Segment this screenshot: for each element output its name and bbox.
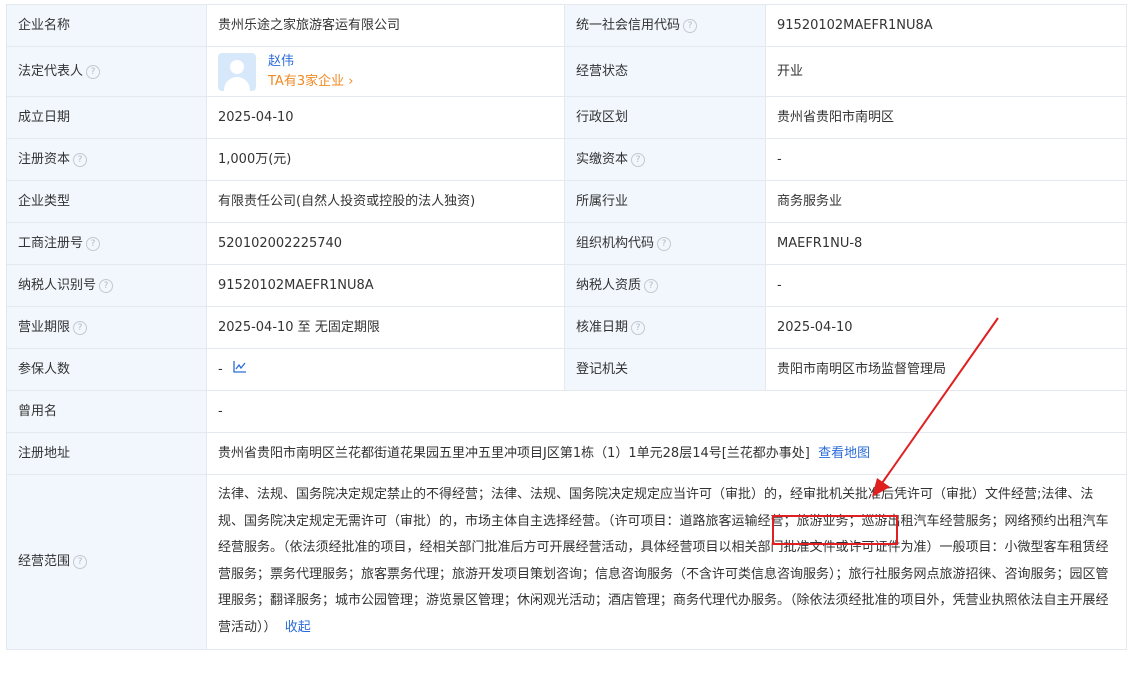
label-paid-capital: 实缴资本?: [564, 138, 766, 181]
label-scope-text: 经营范围: [18, 554, 71, 569]
label-region: 行政区划: [564, 96, 766, 139]
avatar-icon[interactable]: [218, 52, 256, 91]
value-company-type: 有限责任公司(自然人投资或控股的法人独资): [206, 180, 565, 223]
label-former-name: 曾用名: [6, 390, 207, 433]
value-reg-capital: 1,000万(元): [206, 138, 565, 181]
label-reg-authority: 登记机关: [564, 348, 766, 391]
row-type: 企业类型 有限责任公司(自然人投资或控股的法人独资) 所属行业 商务服务业: [6, 180, 1127, 223]
label-industry: 所属行业: [564, 180, 766, 223]
label-reg-capital: 注册资本?: [6, 138, 207, 181]
label-reg-capital-text: 注册资本: [18, 151, 71, 167]
row-capital: 注册资本? 1,000万(元) 实缴资本? -: [6, 138, 1127, 181]
value-insured-text: -: [218, 361, 223, 377]
label-legal-rep: 法定代表人?: [6, 46, 207, 97]
value-reg-number: 520102002225740: [206, 222, 565, 265]
label-org-code-text: 组织机构代码: [576, 235, 655, 251]
row-former-name: 曾用名 -: [6, 390, 1127, 433]
view-map-link[interactable]: 查看地图: [818, 446, 870, 461]
label-reg-number: 工商注册号?: [6, 222, 207, 265]
label-org-code: 组织机构代码?: [564, 222, 766, 265]
value-scope: 法律、法规、国务院决定规定禁止的不得经营；法律、法规、国务院决定规定应当许可（审…: [206, 474, 1127, 650]
value-approve-date: 2025-04-10: [765, 306, 1127, 349]
label-scope: 经营范围?: [6, 474, 207, 650]
value-reg-authority: 贵阳市南明区市场监督管理局: [765, 348, 1127, 391]
label-paid-capital-text: 实缴资本: [576, 151, 629, 167]
label-term-text: 营业期限: [18, 319, 71, 335]
row-term: 营业期限? 2025-04-10 至 无固定期限 核准日期? 2025-04-1…: [6, 306, 1127, 349]
help-icon[interactable]: ?: [644, 278, 659, 293]
help-icon[interactable]: ?: [683, 18, 698, 33]
row-tax: 纳税人识别号? 91520102MAEFR1NU8A 纳税人资质? -: [6, 264, 1127, 307]
label-company-type: 企业类型: [6, 180, 207, 223]
legal-rep-block: 赵伟 TA有3家企业 ›: [218, 52, 553, 92]
help-icon[interactable]: ?: [631, 152, 646, 167]
help-icon[interactable]: ?: [73, 152, 88, 167]
value-industry: 商务服务业: [765, 180, 1127, 223]
value-credit-code: 91520102MAEFR1NU8A: [765, 4, 1127, 47]
value-region: 贵州省贵阳市南明区: [765, 96, 1127, 139]
label-insured: 参保人数: [6, 348, 207, 391]
value-org-code: MAEFR1NU-8: [765, 222, 1127, 265]
related-companies-link[interactable]: TA有3家企业 ›: [268, 72, 353, 92]
row-address: 注册地址 贵州省贵阳市南明区兰花都街道花果园五里冲五里冲项目J区第1栋（1）1单…: [6, 432, 1127, 475]
label-term: 营业期限?: [6, 306, 207, 349]
help-icon[interactable]: ?: [86, 64, 101, 79]
help-icon[interactable]: ?: [86, 236, 101, 251]
help-icon[interactable]: ?: [657, 236, 672, 251]
trend-chart-icon[interactable]: [233, 360, 247, 377]
value-found-date: 2025-04-10: [206, 96, 565, 139]
label-tax-qual-text: 纳税人资质: [576, 277, 642, 293]
label-status: 经营状态: [564, 46, 766, 97]
value-former-name: -: [206, 390, 1127, 433]
label-found-date: 成立日期: [6, 96, 207, 139]
label-tax-id: 纳税人识别号?: [6, 264, 207, 307]
help-icon[interactable]: ?: [73, 555, 88, 569]
help-icon[interactable]: ?: [73, 320, 88, 335]
value-legal-rep: 赵伟 TA有3家企业 ›: [206, 46, 565, 97]
label-tax-id-text: 纳税人识别号: [18, 277, 97, 293]
value-term: 2025-04-10 至 无固定期限: [206, 306, 565, 349]
label-credit-code: 统一社会信用代码?: [564, 4, 766, 47]
help-icon[interactable]: ?: [99, 278, 114, 293]
value-tax-qual: -: [765, 264, 1127, 307]
value-address-text: 贵州省贵阳市南明区兰花都街道花果园五里冲五里冲项目J区第1栋（1）1单元28层1…: [218, 445, 810, 461]
row-company-name: 企业名称 贵州乐途之家旅游客运有限公司 统一社会信用代码? 91520102MA…: [6, 4, 1127, 47]
value-status: 开业: [765, 46, 1127, 97]
value-insured: -: [206, 348, 565, 391]
value-company-name: 贵州乐途之家旅游客运有限公司: [206, 4, 565, 47]
label-reg-number-text: 工商注册号: [18, 235, 84, 251]
value-paid-capital: -: [765, 138, 1127, 181]
collapse-link[interactable]: 收起: [285, 620, 311, 635]
highlight-box: [772, 515, 898, 545]
scope-text-b: ；旅游业务；巡游出租汽车经营服务；网络预约出租汽车经营服务。（依法须经批准的项目…: [218, 513, 1109, 635]
row-reg-number: 工商注册号? 520102002225740 组织机构代码? MAEFR1NU-…: [6, 222, 1127, 265]
label-address: 注册地址: [6, 432, 207, 475]
label-credit-code-text: 统一社会信用代码: [576, 17, 681, 33]
label-legal-rep-text: 法定代表人: [18, 63, 84, 79]
scope-highlight: 道路旅客运输经营: [679, 513, 784, 529]
label-approve-date-text: 核准日期: [576, 319, 629, 335]
row-scope: 经营范围? 法律、法规、国务院决定规定禁止的不得经营；法律、法规、国务院决定规定…: [6, 474, 1127, 650]
label-company-name: 企业名称: [6, 4, 207, 47]
help-icon[interactable]: ?: [631, 320, 646, 335]
company-info-table: 企业名称 贵州乐途之家旅游客运有限公司 统一社会信用代码? 91520102MA…: [6, 4, 1127, 650]
value-address: 贵州省贵阳市南明区兰花都街道花果园五里冲五里冲项目J区第1栋（1）1单元28层1…: [206, 432, 1127, 475]
row-found-date: 成立日期 2025-04-10 行政区划 贵州省贵阳市南明区: [6, 96, 1127, 139]
row-legal-rep: 法定代表人? 赵伟 TA有3家企业 › 经营状态 开业: [6, 46, 1127, 97]
row-insured: 参保人数 - 登记机关 贵阳市南明区市场监督管理局: [6, 348, 1127, 391]
label-tax-qual: 纳税人资质?: [564, 264, 766, 307]
label-approve-date: 核准日期?: [564, 306, 766, 349]
value-tax-id: 91520102MAEFR1NU8A: [206, 264, 565, 307]
legal-rep-name-link[interactable]: 赵伟: [268, 52, 353, 72]
